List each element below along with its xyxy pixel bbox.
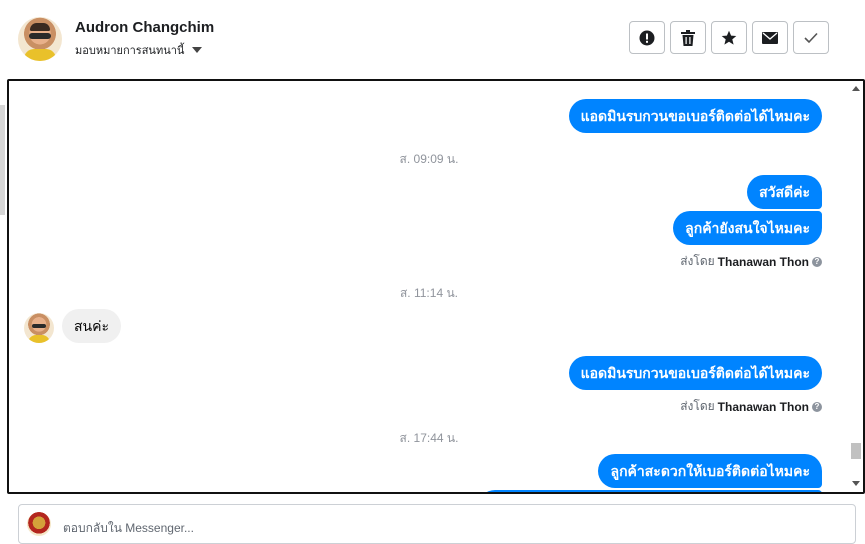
message-timestamp: ส. 17:44 น. xyxy=(399,431,459,445)
star-button[interactable] xyxy=(711,21,747,54)
sent-by-prefix: ส่งโดย xyxy=(680,399,715,413)
sent-by-name[interactable]: Thanawan Thon xyxy=(718,400,809,414)
reply-input[interactable]: ตอบกลับใน Messenger... xyxy=(63,519,194,538)
scroll-up-arrow-icon[interactable] xyxy=(852,86,860,91)
message-thread[interactable]: แอดมินรบกวนขอเบอร์ติดต่อได้ไหมคะ ส. 09:0… xyxy=(7,79,865,494)
outgoing-message: ลูกค้าสะดวกให้เบอร์ติดต่อไหมคะ xyxy=(598,454,822,488)
trash-icon xyxy=(681,29,695,46)
conversation-actions xyxy=(629,21,829,54)
thread-scrollbar[interactable] xyxy=(849,81,863,492)
sent-by-name[interactable]: Thanawan Thon xyxy=(718,255,809,269)
star-icon xyxy=(721,30,737,45)
exclamation-icon xyxy=(639,30,655,45)
sent-by-prefix: ส่งโดย xyxy=(680,254,715,268)
incoming-message: สนค่ะ xyxy=(62,309,121,343)
spam-button[interactable] xyxy=(629,21,665,54)
outgoing-message: แอดมินรบกวนขอเบอร์ติดต่อได้ไหมคะ xyxy=(568,99,822,133)
avatar-shirt xyxy=(28,335,50,343)
sent-by-info: ส่งโดย Thanawan Thon ? xyxy=(680,252,822,271)
avatar-glasses xyxy=(32,324,46,328)
outgoing-message: สวัสดีค่ะ xyxy=(747,175,822,209)
outgoing-message: แอดมินรบกวนขอเบอร์ติดต่อได้ไหมคะ xyxy=(568,356,822,390)
chevron-down-icon xyxy=(192,47,203,53)
left-edge-strip xyxy=(0,0,6,534)
help-icon[interactable]: ? xyxy=(812,256,822,267)
envelope-icon xyxy=(762,31,778,44)
conversation-header: Audron Changchim มอบหมายการสนทนานี้ xyxy=(0,0,865,78)
sent-by-info: ส่งโดย Thanawan Thon ? xyxy=(680,397,822,416)
done-button[interactable] xyxy=(793,21,829,54)
assign-label: มอบหมายการสนทนานี้ xyxy=(75,45,185,57)
delete-button[interactable] xyxy=(670,21,706,54)
check-icon xyxy=(804,32,818,43)
message-timestamp: ส. 11:14 น. xyxy=(399,286,458,300)
mark-unread-button[interactable] xyxy=(752,21,788,54)
assign-conversation-dropdown[interactable]: มอบหมายการสนทนานี้ xyxy=(75,41,203,59)
outgoing-message: ลูกค้ายังสนใจไหมคะ xyxy=(673,211,822,245)
help-icon[interactable]: ? xyxy=(812,401,822,412)
contact-avatar[interactable] xyxy=(18,17,62,61)
left-scroll-indicator xyxy=(0,105,5,215)
avatar-glasses xyxy=(29,33,51,39)
page-avatar xyxy=(27,512,51,536)
avatar-shirt xyxy=(24,49,56,61)
avatar-hair xyxy=(30,23,50,31)
reply-box[interactable]: ตอบกลับใน Messenger... xyxy=(18,504,856,544)
scroll-down-arrow-icon[interactable] xyxy=(852,481,860,486)
message-timestamp: ส. 09:09 น. xyxy=(399,152,459,166)
contact-name[interactable]: Audron Changchim xyxy=(75,19,214,36)
contact-avatar-small[interactable] xyxy=(24,313,54,343)
outgoing-message-partial xyxy=(478,490,822,492)
scroll-thumb[interactable] xyxy=(851,443,861,459)
